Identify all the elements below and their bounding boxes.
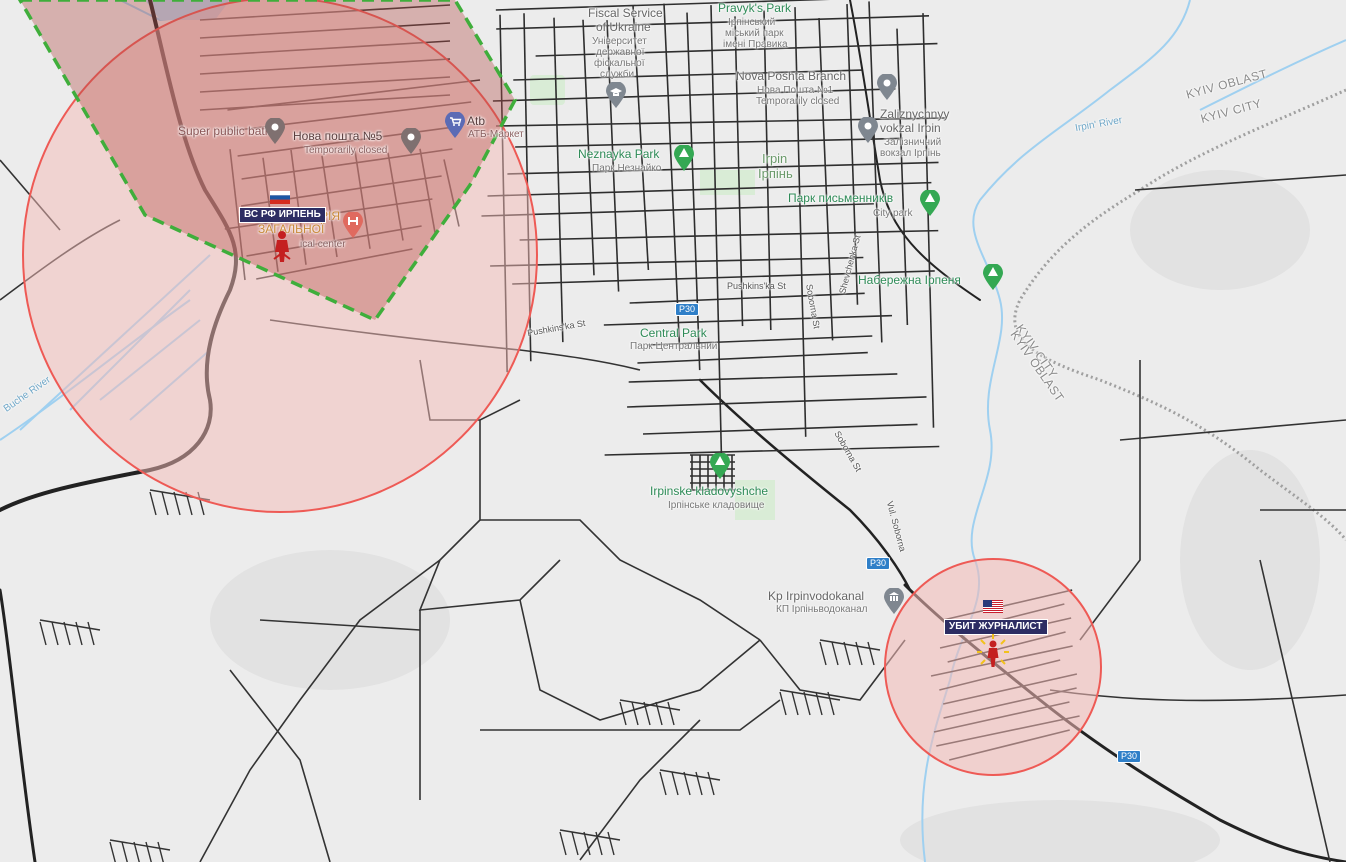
- place-label: служби: [600, 69, 635, 80]
- place-label: Парк Центральний: [630, 341, 718, 352]
- place-label[interactable]: Central Park: [640, 327, 707, 340]
- place-label[interactable]: Нова пошта №5: [293, 130, 382, 143]
- route-shield: P30: [675, 303, 700, 316]
- place-label: Temporarily closed: [304, 145, 388, 156]
- museum-icon[interactable]: [884, 587, 904, 619]
- city-label[interactable]: Ірпінь: [758, 167, 793, 180]
- shopping-cart-icon[interactable]: [445, 111, 465, 143]
- incident-marker-icon[interactable]: [975, 632, 1011, 677]
- place-label: ical center: [300, 239, 346, 250]
- place-label[interactable]: Парк письменників: [788, 192, 893, 205]
- park-icon[interactable]: [983, 263, 1003, 295]
- place-label[interactable]: vokzal Irpin: [880, 122, 941, 135]
- place-pin-icon[interactable]: [877, 73, 897, 105]
- place-label[interactable]: of Ukraine: [596, 21, 651, 34]
- city-label[interactable]: Irpin: [762, 152, 787, 165]
- place-label[interactable]: Irpinske kladovyshche: [650, 485, 768, 498]
- place-pin-icon[interactable]: [401, 127, 421, 159]
- place-label[interactable]: Pravyk's Park: [718, 2, 791, 15]
- place-label: Temporarily closed: [756, 96, 840, 107]
- place-label[interactable]: Набережна Ірпеня: [858, 274, 961, 287]
- place-label: АТБ-Маркет: [468, 129, 524, 140]
- place-label: вокзал Ірпінь: [880, 148, 941, 159]
- map-canvas[interactable]: Pushkins'ka St Pushkins'ka St Soborna St…: [0, 0, 1346, 862]
- place-pin-icon[interactable]: [265, 117, 285, 149]
- park-icon[interactable]: [920, 189, 940, 221]
- park-icon[interactable]: [674, 144, 694, 176]
- place-label[interactable]: Nova Poshta Branch: [736, 70, 846, 83]
- place-label: Парк Незнайко: [592, 163, 662, 174]
- place-label[interactable]: Kp Irpinvodokanal: [768, 590, 864, 603]
- train-station-icon[interactable]: [858, 116, 878, 148]
- place-label: КП Ірпіньводоканал: [776, 604, 868, 615]
- place-label[interactable]: Neznayka Park: [578, 148, 659, 161]
- russia-flag-icon: [270, 191, 290, 204]
- place-label[interactable]: Zaliznychnyy: [880, 108, 949, 121]
- place-label: City park: [873, 208, 913, 219]
- route-shield: P30: [866, 557, 891, 570]
- place-label: імені Правика: [723, 39, 788, 50]
- road-label: Pushkins'ka St: [727, 281, 786, 291]
- hospital-icon[interactable]: [343, 211, 363, 243]
- russian-forces-marker-label[interactable]: ВС РФ ИРПЕНЬ: [239, 207, 326, 223]
- usa-flag-icon: [983, 600, 1003, 613]
- place-label: Ірпінське кладовище: [668, 500, 765, 511]
- university-icon[interactable]: [606, 81, 626, 113]
- route-shield: P30: [1117, 750, 1142, 763]
- place-label[interactable]: Super public bath: [178, 125, 271, 138]
- soldier-marker-icon[interactable]: [270, 229, 294, 268]
- place-label[interactable]: Atb: [467, 115, 485, 128]
- park-icon[interactable]: [710, 452, 730, 484]
- place-label[interactable]: Fiscal Service: [588, 7, 663, 20]
